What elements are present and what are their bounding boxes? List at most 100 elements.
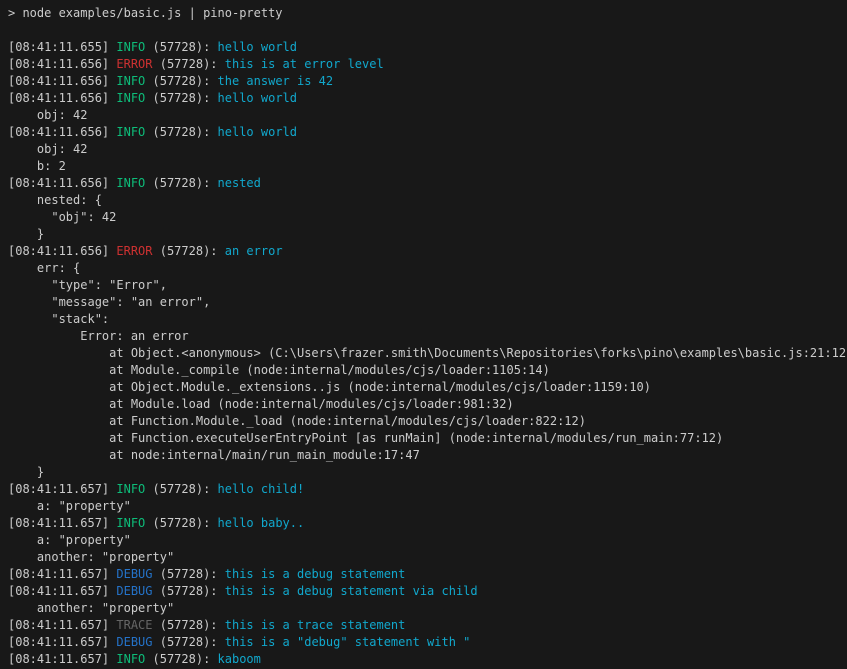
terminal-line: Error: an error [8, 328, 847, 345]
terminal[interactable]: > node examples/basic.js | pino-pretty [… [0, 0, 847, 669]
log-segment: at Module.load (node:internal/modules/cj… [8, 397, 514, 411]
terminal-line: at node:internal/main/run_main_module:17… [8, 447, 847, 464]
log-segment: TRACE [116, 618, 152, 632]
log-segment: this is a trace statement [225, 618, 406, 632]
log-segment: INFO [116, 482, 145, 496]
log-segment: obj: 42 [8, 108, 87, 122]
terminal-line: another: "property" [8, 549, 847, 566]
log-segment: [08:41:11.657] [8, 618, 116, 632]
log-segment: this is a debug statement [225, 567, 406, 581]
log-segment: this is at error level [225, 57, 384, 71]
log-segment: [08:41:11.656] [8, 125, 116, 139]
log-segment: at Module._compile (node:internal/module… [8, 363, 550, 377]
log-segment: a: "property" [8, 499, 131, 513]
terminal-line: [08:41:11.657] DEBUG (57728): this is a … [8, 634, 847, 651]
log-segment: at Function.Module._load (node:internal/… [8, 414, 586, 428]
terminal-line: at Module._compile (node:internal/module… [8, 362, 847, 379]
log-segment: an error [225, 244, 283, 258]
terminal-line: [08:41:11.656] INFO (57728): hello world [8, 90, 847, 107]
log-segment: err: { [8, 261, 80, 275]
log-segment: (57728): [145, 91, 217, 105]
terminal-line [8, 22, 847, 39]
terminal-line: [08:41:11.655] INFO (57728): hello world [8, 39, 847, 56]
terminal-line: nested: { [8, 192, 847, 209]
terminal-line: [08:41:11.657] INFO (57728): hello child… [8, 481, 847, 498]
log-segment: [08:41:11.656] [8, 176, 116, 190]
log-segment: hello baby.. [218, 516, 305, 530]
log-segment: INFO [116, 176, 145, 190]
terminal-line: err: { [8, 260, 847, 277]
log-segment: [08:41:11.657] [8, 652, 116, 666]
log-segment: "message": "an error", [8, 295, 210, 309]
terminal-line: at Module.load (node:internal/modules/cj… [8, 396, 847, 413]
terminal-line: at Object.<anonymous> (C:\Users\frazer.s… [8, 345, 847, 362]
log-segment: DEBUG [116, 567, 152, 581]
terminal-line: a: "property" [8, 532, 847, 549]
terminal-line: obj: 42 [8, 141, 847, 158]
log-segment: nested: { [8, 193, 102, 207]
log-segment: [08:41:11.655] [8, 40, 116, 54]
log-segment: [08:41:11.657] [8, 482, 116, 496]
log-segment: INFO [116, 125, 145, 139]
log-segment: [08:41:11.657] [8, 567, 116, 581]
log-segment: (57728): [145, 125, 217, 139]
terminal-line: [08:41:11.657] DEBUG (57728): this is a … [8, 566, 847, 583]
log-segment: at node:internal/main/run_main_module:17… [8, 448, 420, 462]
log-segment: hello child! [218, 482, 305, 496]
terminal-line: } [8, 226, 847, 243]
log-segment: [08:41:11.657] [8, 584, 116, 598]
log-segment: (57728): [145, 40, 217, 54]
log-segment: [08:41:11.657] [8, 635, 116, 649]
log-segment: at Function.executeUserEntryPoint [as ru… [8, 431, 723, 445]
log-segment: (57728): [153, 57, 225, 71]
log-segment: at Object.Module._extensions..js (node:i… [8, 380, 651, 394]
terminal-line: "type": "Error", [8, 277, 847, 294]
terminal-line: [08:41:11.657] DEBUG (57728): this is a … [8, 583, 847, 600]
log-segment: ERROR [116, 244, 152, 258]
log-segment: [08:41:11.656] [8, 91, 116, 105]
terminal-line: [08:41:11.657] INFO (57728): hello baby.… [8, 515, 847, 532]
log-segment: Error: an error [8, 329, 189, 343]
log-segment: DEBUG [116, 635, 152, 649]
log-segment: (57728): [153, 635, 225, 649]
log-segment: (57728): [145, 74, 217, 88]
terminal-line: "message": "an error", [8, 294, 847, 311]
log-segment: b: 2 [8, 159, 66, 173]
log-segment: hello world [218, 40, 297, 54]
log-segment: obj: 42 [8, 142, 87, 156]
log-segment: hello world [218, 125, 297, 139]
log-segment: (57728): [153, 618, 225, 632]
log-segment: nested [218, 176, 261, 190]
terminal-line: at Object.Module._extensions..js (node:i… [8, 379, 847, 396]
log-segment: (57728): [153, 584, 225, 598]
log-segment: (57728): [145, 482, 217, 496]
terminal-line: b: 2 [8, 158, 847, 175]
log-segment: > node examples/basic.js | pino-pretty [8, 6, 283, 20]
log-segment: INFO [116, 516, 145, 530]
log-segment: "type": "Error", [8, 278, 167, 292]
log-segment: INFO [116, 40, 145, 54]
log-segment: the answer is 42 [218, 74, 334, 88]
log-segment: [08:41:11.656] [8, 244, 116, 258]
log-segment: another: "property" [8, 550, 174, 564]
terminal-line: [08:41:11.656] INFO (57728): nested [8, 175, 847, 192]
terminal-line: [08:41:11.657] TRACE (57728): this is a … [8, 617, 847, 634]
log-segment: } [8, 227, 44, 241]
log-segment: kaboom [218, 652, 261, 666]
terminal-line: } [8, 464, 847, 481]
log-segment: at Object.<anonymous> (C:\Users\frazer.s… [8, 346, 847, 360]
log-segment: [08:41:11.656] [8, 57, 116, 71]
terminal-line: a: "property" [8, 498, 847, 515]
terminal-line: [08:41:11.656] ERROR (57728): an error [8, 243, 847, 260]
terminal-output: > node examples/basic.js | pino-pretty [… [8, 5, 847, 668]
log-segment: (57728): [153, 567, 225, 581]
log-segment: [08:41:11.656] [8, 74, 116, 88]
log-segment: hello world [218, 91, 297, 105]
log-segment: "obj": 42 [8, 210, 116, 224]
log-segment: this is a "debug" statement with " [225, 635, 471, 649]
log-segment: INFO [116, 652, 145, 666]
terminal-line: [08:41:11.657] INFO (57728): kaboom [8, 651, 847, 668]
log-segment: ERROR [116, 57, 152, 71]
terminal-line: at Function.executeUserEntryPoint [as ru… [8, 430, 847, 447]
terminal-line: at Function.Module._load (node:internal/… [8, 413, 847, 430]
